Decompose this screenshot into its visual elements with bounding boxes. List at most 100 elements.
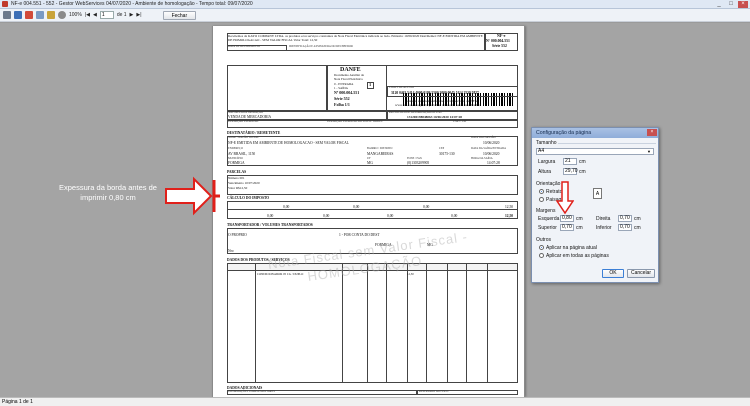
- nature-value: VENDA DE MERCADORIA: [228, 115, 272, 119]
- transport-title: TRANSPORTADOR / VOLUMES TRANSPORTADOS: [227, 223, 313, 227]
- width-input[interactable]: 21: [563, 158, 577, 165]
- tax-total-note: 12,50: [505, 214, 514, 218]
- cnpj-label: CNPJ / CPF: [453, 120, 467, 123]
- apply-all-label: Aplicar em todas as páginas: [546, 253, 609, 259]
- chevron-down-icon: ▼: [647, 149, 651, 154]
- extra-label: INFORMAÇÕES COMPLEMENTARES: [228, 390, 275, 393]
- height-unit: cm: [579, 169, 586, 175]
- ok-button[interactable]: OK: [602, 269, 624, 278]
- receipt-sign-label: IDENTIFICAÇÃO E ASSINATURA DO RECEBEDOR: [289, 45, 353, 48]
- danfe-sheet: Folha 1/1: [334, 102, 350, 107]
- page-setup-icon[interactable]: [36, 11, 44, 19]
- dest-date: 10/06/2020: [483, 141, 500, 145]
- zoom-icon[interactable]: [58, 11, 66, 19]
- product-total: 12,50: [407, 272, 414, 276]
- dest-district: MANGABEIRAS: [367, 152, 394, 156]
- height-label: Altura: [538, 169, 552, 175]
- margin-right-label: Direita: [596, 216, 611, 222]
- margins-group-label: Margens: [536, 208, 556, 214]
- others-group-label: Outros: [536, 237, 552, 243]
- danfe-subtitle-2: Nota Fiscal Eletrônica: [334, 77, 363, 81]
- receipt-serie: Série 552: [492, 44, 507, 48]
- dest-addr-label: ENDEREÇO: [228, 147, 243, 150]
- tax-value: 0,00: [423, 205, 430, 209]
- dest-hour: 14:07:28: [487, 161, 500, 165]
- product-row: CONDICIONADOR 05 CG / DUPLO: [257, 272, 304, 276]
- dest-cep-label: CEP: [439, 147, 445, 150]
- margin-top-label: Superior: [538, 225, 557, 231]
- maximize-icon[interactable]: □: [726, 1, 736, 8]
- page-setup-dialog: Configuração da página × Tamanho A4 ▼ La…: [531, 127, 659, 283]
- dest-city: FORMIGA: [228, 161, 245, 165]
- danfe-document: Recebemos da KAYO COMPANY LTDA. os produ…: [227, 33, 518, 395]
- paper-size-value: A4: [538, 148, 545, 154]
- margin-bottom-unit: cm: [634, 225, 641, 231]
- dest-name-label: NOME / RAZÃO SOCIAL: [228, 136, 259, 139]
- first-page-icon[interactable]: |◀: [85, 12, 90, 18]
- page-total: de 1: [116, 12, 127, 18]
- cancel-button[interactable]: Cancelar: [627, 269, 655, 278]
- dest-phone: (0)1303209905: [407, 161, 430, 165]
- last-page-icon[interactable]: ▶|: [136, 12, 141, 18]
- page-number-input[interactable]: 1: [99, 11, 114, 19]
- tax-value: 0,00: [267, 214, 274, 218]
- email-icon[interactable]: [47, 11, 55, 19]
- margin-top-input[interactable]: 0,70: [560, 224, 574, 231]
- dest-uf: MG: [367, 161, 373, 165]
- transport-freight: 1 - POR CONTA DO DEST: [339, 233, 380, 237]
- tax-value: 0,00: [353, 205, 360, 209]
- margin-top-unit: cm: [576, 225, 583, 231]
- zoom-select[interactable]: 100%: [69, 12, 82, 18]
- margin-annotation: Expessura da borda antes de imprimir 0,8…: [59, 183, 157, 202]
- export-icon[interactable]: [25, 11, 33, 19]
- paper-size-select[interactable]: A4 ▼: [536, 148, 654, 155]
- portrait-radio[interactable]: [539, 189, 544, 194]
- apply-current-radio[interactable]: [539, 245, 544, 250]
- consult-line-2: www.nfe.fazenda.gov.br/portal ou no site…: [395, 103, 482, 107]
- dest-exit-label: DATA DA SAÍDA/ENTRADA: [471, 147, 507, 150]
- products-col: [447, 263, 467, 383]
- dialog-title: Configuração da página: [536, 130, 592, 136]
- margin-bottom-input[interactable]: 0,70: [618, 224, 632, 231]
- dialog-close-icon[interactable]: ×: [647, 129, 657, 136]
- close-icon[interactable]: ×: [738, 1, 748, 8]
- receipt-nfe: NF-e: [497, 33, 506, 38]
- height-input[interactable]: 29,70: [563, 168, 578, 175]
- landscape-radio[interactable]: [539, 197, 544, 202]
- type-value: 1: [369, 82, 372, 87]
- dest-name: NF-E EMITIDA EM AMBIENTE DE HOMOLOGACAO …: [228, 141, 349, 145]
- window-title: NF-e 004.551 - 552 - Gestor WebServices …: [11, 1, 253, 7]
- size-group-label: Tamanho: [536, 140, 557, 146]
- arrow-right-icon: [165, 176, 213, 216]
- margin-left-input[interactable]: 0,80: [560, 215, 574, 222]
- margin-left-label: Esquerda: [538, 216, 560, 222]
- apply-current-label: Aplicar na página atual: [546, 245, 597, 251]
- print-icon[interactable]: [3, 11, 11, 19]
- margin-bottom-label: Inferior: [596, 225, 612, 231]
- app-icon: [2, 1, 8, 7]
- print-preview-page: Recebemos da KAYO COMPANY LTDA. os produ…: [212, 26, 525, 397]
- transport-qty: Nro: [228, 249, 234, 253]
- ie-label: INSCRIÇÃO ESTADUAL: [228, 120, 259, 123]
- receipt-date-label: DATA DE RECEBIMENTO: [228, 45, 261, 48]
- prev-page-icon[interactable]: ◀: [93, 12, 97, 18]
- apply-all-radio[interactable]: [539, 253, 544, 258]
- next-page-icon[interactable]: ▶: [130, 12, 134, 18]
- status-bar: Página 1 de 1: [0, 397, 750, 406]
- window-controls: _ □ ×: [714, 1, 748, 8]
- width-label: Largura: [538, 159, 556, 165]
- tax-row-1: [227, 201, 518, 210]
- dialog-titlebar: Configuração da página ×: [532, 128, 658, 138]
- reserved-label: RESERVADO AO FISCO: [419, 390, 449, 393]
- ie-st-label: INSCRIÇÃO ESTADUAL DO SUBST. TRIBUT.: [327, 120, 384, 123]
- tax-value: 0,00: [451, 214, 458, 218]
- save-icon[interactable]: [14, 11, 22, 19]
- margin-right-unit: cm: [634, 216, 641, 222]
- margin-right-input[interactable]: 0,70: [618, 215, 632, 222]
- width-unit: cm: [579, 159, 586, 165]
- close-button[interactable]: Fechar: [162, 10, 197, 20]
- receipt-text: Recebemos da KAYO COMPANY LTDA. os produ…: [228, 34, 483, 42]
- products-col: [367, 263, 387, 383]
- annotation-arrow: [165, 176, 220, 216]
- minimize-icon[interactable]: _: [714, 1, 724, 8]
